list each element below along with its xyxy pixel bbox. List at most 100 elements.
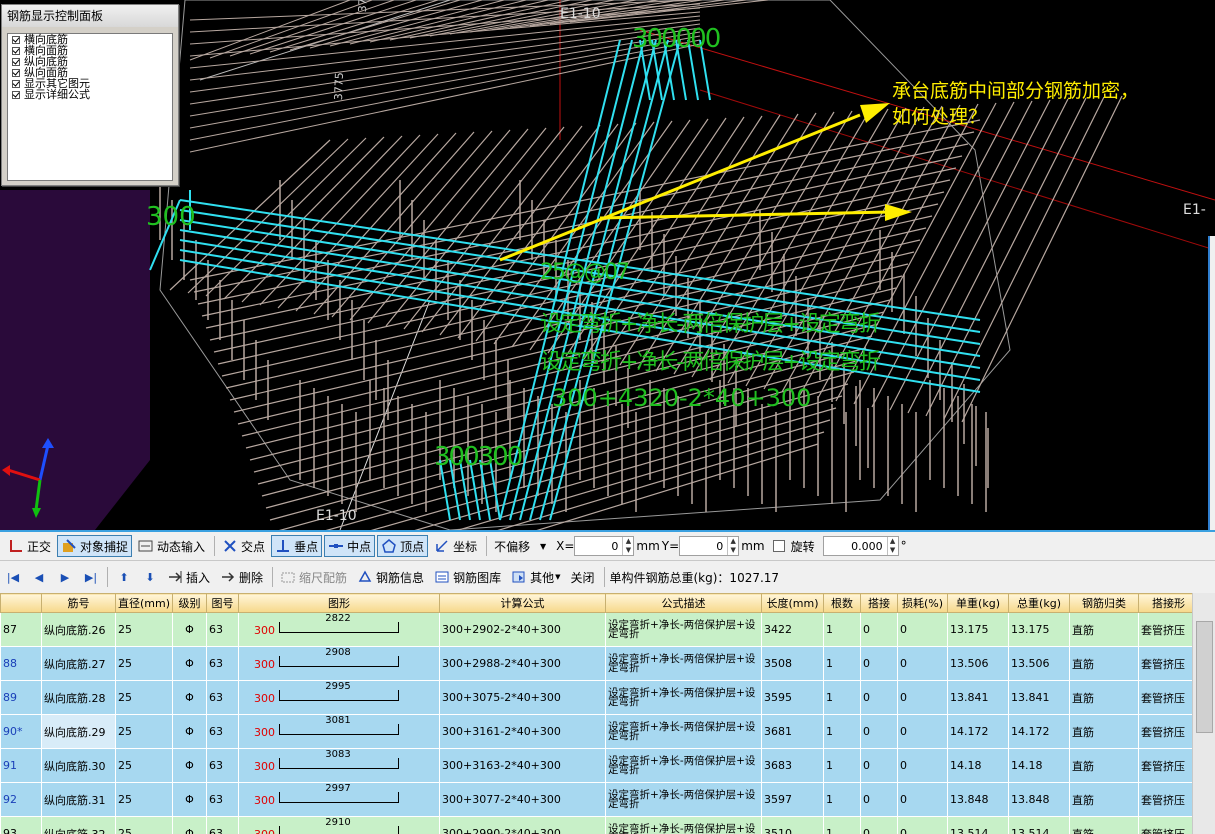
cell-fig[interactable]: 63 <box>206 646 240 681</box>
table-row[interactable]: 93纵向底筋.3225Φ63 300 2910 300+2990-2*40+300设定… <box>0 816 1200 834</box>
cell-cat[interactable]: 直筋 <box>1069 714 1140 749</box>
cell-grade[interactable]: Φ <box>172 816 208 834</box>
cell-lap[interactable]: 0 <box>860 646 899 681</box>
offset-dropdown[interactable]: 不偏移 ▼ <box>490 535 550 557</box>
cell-lap[interactable]: 0 <box>860 612 899 647</box>
cell-dia[interactable]: 25 <box>114 748 174 783</box>
midpoint-button[interactable]: 中点 <box>324 535 376 557</box>
cell-dia[interactable]: 25 <box>114 714 174 749</box>
cell-dia[interactable]: 25 <box>114 816 174 834</box>
column-header[interactable]: 图形 <box>238 593 441 613</box>
cell-lap[interactable]: 0 <box>860 816 899 834</box>
cell-length[interactable]: 3422 <box>761 612 825 647</box>
cell-shape[interactable]: 300 2910 <box>238 816 441 834</box>
cell-formula[interactable]: 300+3075-2*40+300 <box>439 680 607 715</box>
rotate-input[interactable]: 0.000 ▲ ▼ <box>822 536 899 556</box>
cell-lap[interactable]: 0 <box>860 748 899 783</box>
vertical-scrollbar[interactable] <box>1192 593 1215 834</box>
cell-fig[interactable]: 63 <box>206 748 240 783</box>
cell-desc[interactable]: 设定弯折+净长-两倍保护层+设定弯折 <box>605 782 763 817</box>
cell-name[interactable]: 纵向底筋.30 <box>41 748 116 783</box>
cell-length[interactable]: 3683 <box>761 748 825 783</box>
insert-button[interactable]: 插入 <box>163 566 214 588</box>
dynamic-input-button[interactable]: 动态输入 <box>134 535 209 557</box>
cell-loss[interactable]: 0 <box>897 612 949 647</box>
next-record-icon[interactable]: ▶ <box>58 569 72 585</box>
cell-unit_w[interactable]: 14.172 <box>947 714 1010 749</box>
cell-cat[interactable]: 直筋 <box>1069 612 1140 647</box>
checkbox[interactable] <box>12 90 20 99</box>
cell-loss[interactable]: 0 <box>897 748 949 783</box>
cell-cat[interactable]: 直筋 <box>1069 782 1140 817</box>
cell-length[interactable]: 3681 <box>761 714 825 749</box>
cell-formula[interactable]: 300+3077-2*40+300 <box>439 782 607 817</box>
cell-formula[interactable]: 300+2902-2*40+300 <box>439 612 607 647</box>
cell-lap_type[interactable]: 套管挤压 <box>1138 816 1200 834</box>
checkbox[interactable] <box>12 35 20 44</box>
cell-row[interactable]: 87 <box>0 612 42 647</box>
cell-count[interactable]: 1 <box>823 646 862 681</box>
cell-shape[interactable]: 300 3083 <box>238 748 441 783</box>
cell-total_w[interactable]: 13.848 <box>1008 782 1071 817</box>
cell-lap[interactable]: 0 <box>860 782 899 817</box>
cell-grade[interactable]: Φ <box>172 646 208 681</box>
column-header[interactable]: 损耗(%) <box>897 593 949 613</box>
cell-total_w[interactable]: 14.172 <box>1008 714 1071 749</box>
cell-total_w[interactable]: 14.18 <box>1008 748 1071 783</box>
cell-grade[interactable]: Φ <box>172 782 208 817</box>
table-row[interactable]: 88 纵向底筋.27 25 Φ 63 300 2908 300+2988-2*40+300 设定… <box>0 646 1200 681</box>
cell-row[interactable]: 88 <box>0 646 42 681</box>
cell-desc[interactable]: 设定弯折+净长-两倍保护层+设定弯折 <box>605 714 763 749</box>
spinner-icon[interactable]: ▲ ▼ <box>727 537 738 555</box>
cell-lap[interactable]: 0 <box>860 714 899 749</box>
cell-fig[interactable]: 63 <box>206 782 240 817</box>
cell-grade[interactable]: Φ <box>172 714 208 749</box>
move-down-icon[interactable]: ⬇ <box>143 569 157 585</box>
column-header[interactable]: 单重(kg) <box>947 593 1010 613</box>
rebar-info-button[interactable]: 钢筋信息 <box>353 566 428 588</box>
cell-formula[interactable]: 300+2990-2*40+300 <box>439 816 607 834</box>
table-row[interactable]: 89 纵向底筋.28 25 Φ 63 300 2995 300+3075-2*40+300 设定… <box>0 680 1200 715</box>
cell-unit_w[interactable]: 13.848 <box>947 782 1010 817</box>
cell-fig[interactable]: 63 <box>206 816 240 834</box>
checkbox[interactable] <box>12 46 20 55</box>
x-coordinate-input[interactable]: 0 ▲ ▼ <box>574 536 635 556</box>
cell-unit_w[interactable]: 13.514 <box>947 816 1010 834</box>
rebar-library-button[interactable]: 钢筋图库 <box>430 566 505 588</box>
cell-desc[interactable]: 设定弯折+净长-两倍保护层+设定弯折 <box>605 612 763 647</box>
cell-unit_w[interactable]: 13.841 <box>947 680 1010 715</box>
ortho-button[interactable]: 正交 <box>4 535 55 557</box>
column-header[interactable]: 钢筋归类 <box>1069 593 1140 613</box>
table-row[interactable]: 91 纵向底筋.30 25 Φ 63 300 3083 300+3163-2*40+300 设定… <box>0 748 1200 783</box>
cell-loss[interactable]: 0 <box>897 782 949 817</box>
cell-formula[interactable]: 300+2988-2*40+300 <box>439 646 607 681</box>
cell-cat[interactable]: 直筋 <box>1069 748 1140 783</box>
column-header[interactable]: 筋号 <box>41 593 116 613</box>
cell-lap_type[interactable]: 套管挤压 <box>1138 782 1200 817</box>
cell-fig[interactable]: 63 <box>206 714 240 749</box>
cell-unit_w[interactable]: 13.175 <box>947 612 1010 647</box>
cell-name[interactable]: 纵向底筋.31 <box>41 782 116 817</box>
column-header[interactable]: 长度(mm) <box>761 593 825 613</box>
cell-cat[interactable]: 直筋 <box>1069 816 1140 834</box>
column-header[interactable]: 级别 <box>172 593 208 613</box>
cell-lap[interactable]: 0 <box>860 680 899 715</box>
checkbox[interactable] <box>12 68 20 77</box>
perpendicular-button[interactable]: 垂点 <box>271 535 323 557</box>
cell-count[interactable]: 1 <box>823 816 862 834</box>
cell-total_w[interactable]: 13.841 <box>1008 680 1071 715</box>
column-header[interactable]: 搭接形 <box>1138 593 1200 613</box>
cell-shape[interactable]: 300 2995 <box>238 680 441 715</box>
cell-desc[interactable]: 设定弯折+净长-两倍保护层+设定弯折 <box>605 748 763 783</box>
cell-name[interactable]: 纵向底筋.29 <box>41 714 116 749</box>
cell-total_w[interactable]: 13.506 <box>1008 646 1071 681</box>
cell-dia[interactable]: 25 <box>114 782 174 817</box>
cell-length[interactable]: 3595 <box>761 680 825 715</box>
control-panel-option[interactable]: 显示详细公式 <box>8 89 172 100</box>
column-header[interactable]: 总重(kg) <box>1008 593 1071 613</box>
coordinate-button[interactable]: 坐标 <box>430 535 481 557</box>
column-header[interactable]: 图号 <box>206 593 240 613</box>
spinner-icon[interactable]: ▲ ▼ <box>622 537 633 555</box>
cell-total_w[interactable]: 13.175 <box>1008 612 1071 647</box>
scrollbar-thumb[interactable] <box>1196 621 1213 733</box>
